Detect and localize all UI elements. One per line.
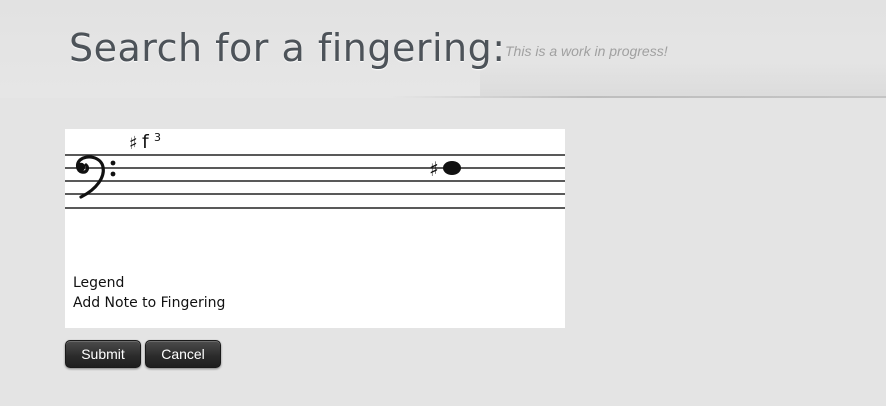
- note-sharp-icon: ♯: [429, 157, 439, 181]
- note-head-icon[interactable]: [443, 161, 461, 175]
- submit-button[interactable]: Submit: [65, 340, 141, 368]
- pitch-note-name: f: [142, 131, 150, 153]
- page-title: Search for a fingering:: [69, 26, 506, 70]
- pitch-sharp-glyph: ♯: [129, 133, 138, 154]
- legend-label: Legend: [73, 275, 125, 291]
- add-note-link[interactable]: Add Note to Fingering: [73, 295, 225, 311]
- header-shadow: [480, 60, 886, 96]
- page-subtitle: This is a work in progress!: [505, 43, 668, 59]
- bass-clef-icon: [75, 155, 116, 199]
- page-header: Search for a fingering: This is a work i…: [0, 0, 886, 98]
- pitch-label: ♯ f 3: [129, 131, 161, 154]
- cancel-button[interactable]: Cancel: [145, 340, 221, 368]
- header-divider: [390, 96, 886, 98]
- music-staff[interactable]: ♯ f 3 ♯: [65, 129, 565, 269]
- staff-lines: [65, 154, 565, 209]
- fingering-panel: ♯ f 3 ♯ Legend Add Note to Fingering: [65, 129, 565, 328]
- pitch-octave: 3: [154, 131, 161, 144]
- note[interactable]: ♯: [429, 157, 461, 181]
